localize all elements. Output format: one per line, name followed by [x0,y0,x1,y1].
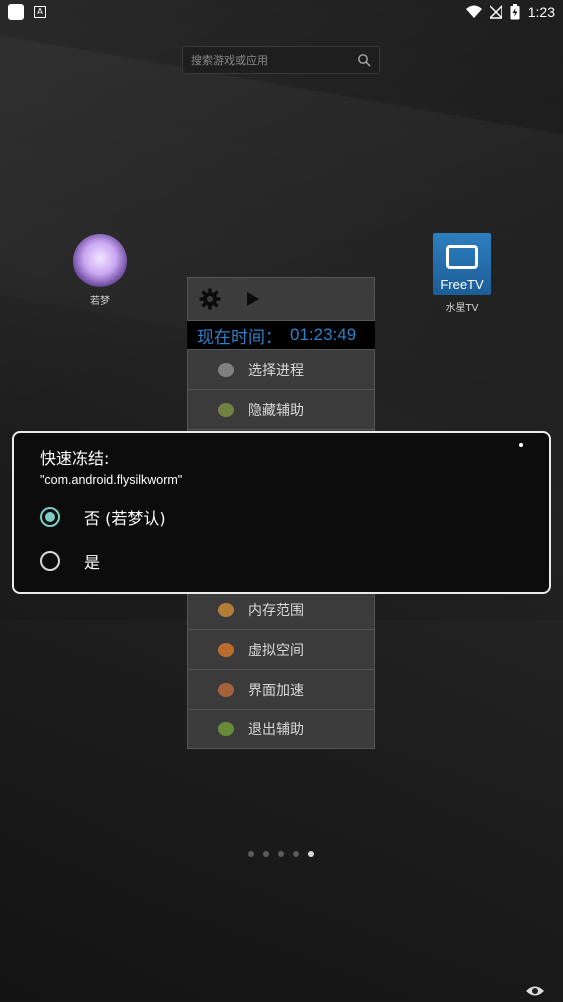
menu-item-label: 虚拟空间 [248,642,304,659]
menu-item-label: 选择进程 [248,362,304,379]
radio-no[interactable] [40,507,60,527]
battery-charging-icon [510,4,520,20]
status-bar: A 1:23 [0,0,563,24]
search-placeholder: 搜索游戏或应用 [191,54,268,67]
menu-item-icon [218,402,234,417]
clock-label: 现在时间： [197,327,282,347]
play-icon[interactable] [246,291,260,307]
ruomeng-app-icon [73,234,127,288]
dialog-title: 快速冻结: [40,449,110,468]
eye-icon[interactable] [525,984,545,998]
radio-yes[interactable] [40,551,60,571]
wifi-icon [465,5,482,18]
dialog-dot [519,443,523,447]
menu-item-label: 退出辅助 [248,722,304,738]
option-yes-label: 是 [84,553,101,572]
font-a-icon: A [34,6,46,18]
option-yes[interactable]: 是 [40,539,523,583]
option-no[interactable]: 否 (若梦认) [40,495,523,539]
page-dot[interactable] [263,851,269,857]
app-ruomeng[interactable]: 若梦 [65,234,135,307]
menu-item-icon [218,682,234,697]
menu-item-label: 内存范围 [248,602,304,619]
menu-item-icon [218,602,234,617]
menu-item-icon [218,722,234,736]
menu-item-icon [218,362,234,377]
page-dot[interactable] [308,851,314,857]
menu-item-label: 隐藏辅助 [248,402,304,419]
search-icon[interactable] [357,53,371,67]
tv-app-icon: FreeTV [433,233,491,295]
quick-freeze-dialog: 快速冻结: "com.android.flysilkworm" 否 (若梦认) … [12,431,551,594]
dialog-subtitle: "com.android.flysilkworm" [40,473,183,487]
option-no-label: 否 (若梦认) [84,509,166,528]
app-label-shuixing-tv: 水星TV [445,303,479,314]
menu-toolbar [187,277,375,321]
current-time-display: 现在时间： 01:23:49 [187,321,375,349]
menu-item[interactable]: 退出辅助 [187,709,375,749]
settings-gear-icon[interactable] [198,287,222,311]
tv-icon-text: FreeTV [440,277,484,292]
page-indicator [248,851,314,857]
app-label-ruomeng: 若梦 [90,296,110,307]
app-shuixing-tv[interactable]: FreeTV 水星TV [427,233,497,314]
menu-item[interactable]: 选择进程 [187,349,375,389]
notification-app-icon [8,4,24,20]
menu-item[interactable]: 界面加速 [187,669,375,709]
status-time: 1:23 [527,4,555,20]
menu-item[interactable]: 内存范围 [187,589,375,629]
page-dot[interactable] [293,851,299,857]
menu-item[interactable]: 虚拟空间 [187,629,375,669]
page-dot[interactable] [248,851,254,857]
menu-item-label: 界面加速 [248,682,304,699]
clock-value: 01:23:49 [290,325,357,344]
search-bar[interactable]: 搜索游戏或应用 [182,46,380,74]
no-signal-icon [489,5,502,19]
page-dot[interactable] [278,851,284,857]
menu-item[interactable]: 隐藏辅助 [187,389,375,429]
menu-item-icon [218,642,234,657]
